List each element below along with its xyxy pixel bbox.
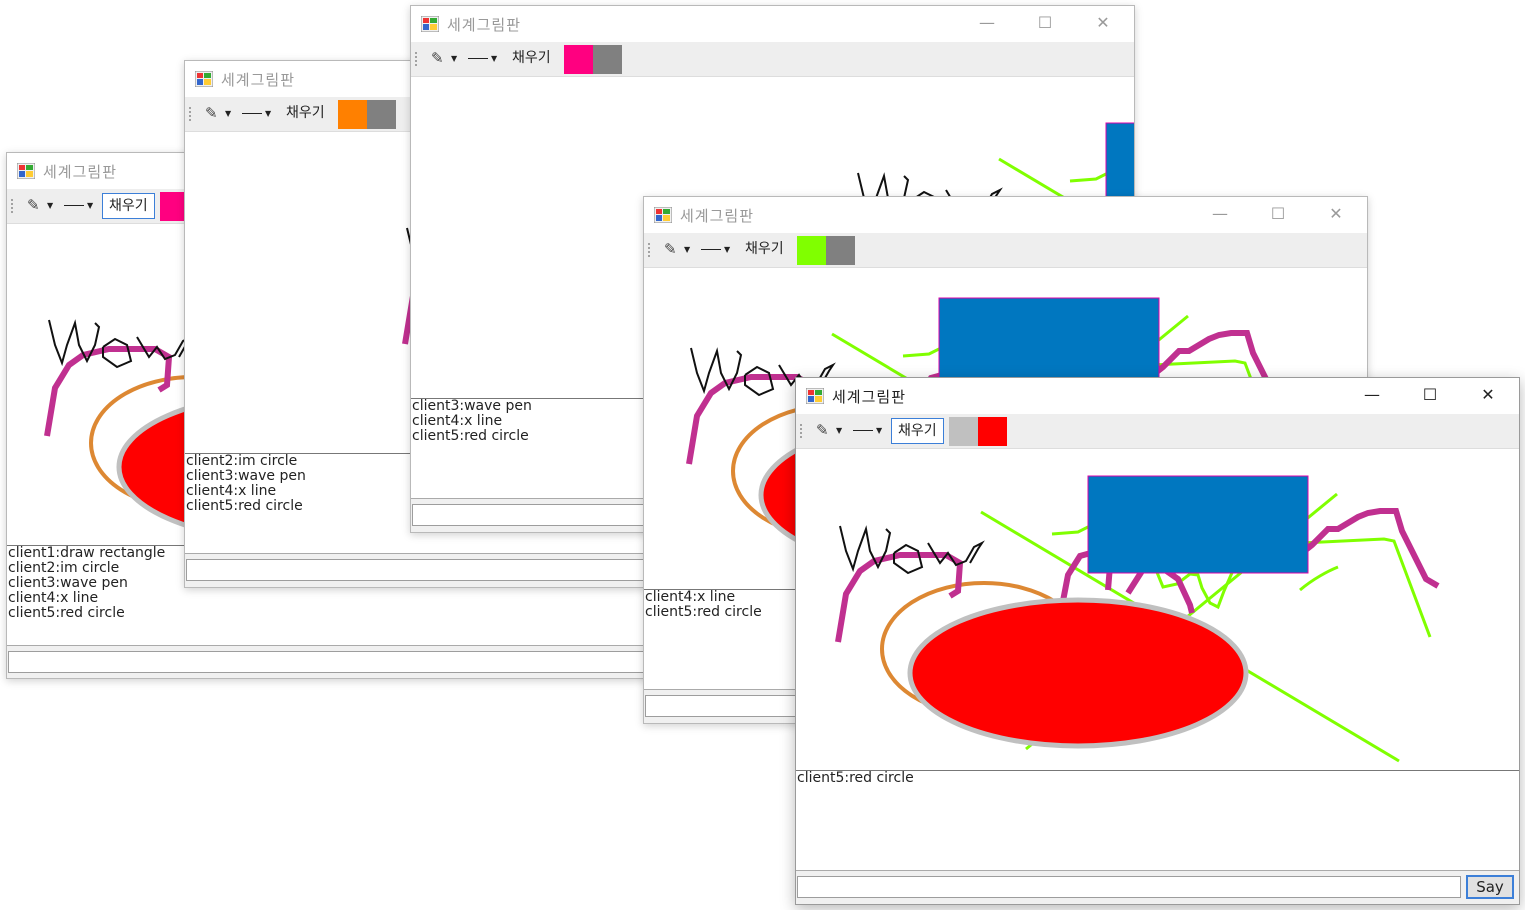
color-swatch-1[interactable] <box>564 45 593 74</box>
window-title: 세계그림판 <box>680 207 755 225</box>
pen-dropdown-arrow[interactable]: ▼ <box>47 201 53 210</box>
line-width-icon[interactable] <box>64 205 84 206</box>
line-width-dropdown-arrow[interactable]: ▼ <box>724 245 730 254</box>
color-swatch-1[interactable] <box>797 236 826 265</box>
minimize-button[interactable]: — <box>964 6 1010 42</box>
pen-icon[interactable]: ✎ <box>816 421 829 439</box>
toolbar: ✎ ▼ ▼ 채우기 <box>644 233 1367 268</box>
color-swatch-2[interactable] <box>978 417 1007 446</box>
toolbar: ✎ ▼ ▼ 채우기 <box>411 42 1134 77</box>
color-swatch-2[interactable] <box>826 236 855 265</box>
app-icon <box>421 16 439 32</box>
window-title: 세계그림판 <box>832 388 907 406</box>
line-width-icon[interactable] <box>242 113 262 114</box>
color-swatch-1[interactable] <box>338 100 367 129</box>
message-input[interactable] <box>186 559 648 581</box>
say-button[interactable]: Say <box>1466 875 1514 899</box>
toolbar: ✎ ▼ ▼ 채우기 <box>796 414 1519 449</box>
close-button[interactable]: ✕ <box>1313 197 1359 233</box>
color-swatch-2[interactable] <box>593 45 622 74</box>
toolbar-grip[interactable] <box>800 423 802 439</box>
maximize-button[interactable]: ☐ <box>1022 6 1068 42</box>
message-input[interactable] <box>8 651 648 673</box>
minimize-button[interactable]: — <box>1197 197 1243 233</box>
line-width-dropdown-arrow[interactable]: ▼ <box>876 426 882 435</box>
title-bar[interactable]: 세계그림판 — ☐ ✕ <box>644 197 1367 233</box>
chat-log: client5:red circle <box>796 770 1519 871</box>
fill-button[interactable]: 채우기 <box>891 418 944 444</box>
pen-icon[interactable]: ✎ <box>27 196 40 214</box>
line-width-dropdown-arrow[interactable]: ▼ <box>265 109 271 118</box>
fill-button[interactable]: 채우기 <box>506 46 557 72</box>
app-icon <box>17 163 35 179</box>
pen-dropdown-arrow[interactable]: ▼ <box>836 426 842 435</box>
fill-button[interactable]: 채우기 <box>280 101 331 127</box>
app-icon <box>806 388 824 404</box>
color-swatch-1[interactable] <box>949 417 978 446</box>
window-title: 세계그림판 <box>43 163 118 181</box>
close-button[interactable]: ✕ <box>1080 6 1126 42</box>
toolbar-grip[interactable] <box>189 106 191 122</box>
drawing-canvas[interactable] <box>796 449 1519 770</box>
log-line: client5:red circle <box>797 770 914 786</box>
toolbar-grip[interactable] <box>11 198 13 214</box>
window-title: 세계그림판 <box>221 71 296 89</box>
line-width-icon[interactable] <box>701 249 721 250</box>
pen-dropdown-arrow[interactable]: ▼ <box>684 245 690 254</box>
line-width-icon[interactable] <box>468 58 488 59</box>
line-width-dropdown-arrow[interactable]: ▼ <box>491 54 497 63</box>
drawing-svg <box>796 449 1520 770</box>
minimize-button[interactable]: — <box>1349 378 1395 414</box>
title-bar[interactable]: 세계그림판 — ☐ ✕ <box>411 6 1134 42</box>
input-bar: Say <box>796 870 1519 904</box>
close-button[interactable]: ✕ <box>1465 378 1511 414</box>
pen-dropdown-arrow[interactable]: ▼ <box>451 54 457 63</box>
title-bar[interactable]: 세계그림판 — ☐ ✕ <box>796 378 1519 414</box>
pen-icon[interactable]: ✎ <box>431 49 444 67</box>
toolbar-grip[interactable] <box>415 51 417 67</box>
message-input[interactable] <box>797 876 1461 898</box>
window-title: 세계그림판 <box>447 16 522 34</box>
pen-dropdown-arrow[interactable]: ▼ <box>225 109 231 118</box>
log-line: client5:red circle <box>8 605 125 621</box>
line-width-dropdown-arrow[interactable]: ▼ <box>87 201 93 210</box>
line-width-icon[interactable] <box>853 430 873 431</box>
app-icon <box>654 207 672 223</box>
maximize-button[interactable]: ☐ <box>1255 197 1301 233</box>
input-bar <box>185 553 653 587</box>
pen-icon[interactable]: ✎ <box>664 240 677 258</box>
color-swatch-2[interactable] <box>367 100 396 129</box>
pen-icon[interactable]: ✎ <box>205 104 218 122</box>
log-line: client4:x line <box>8 590 99 606</box>
maximize-button[interactable]: ☐ <box>1407 378 1453 414</box>
app-icon <box>195 71 213 87</box>
fill-button[interactable]: 채우기 <box>739 237 790 263</box>
fill-button[interactable]: 채우기 <box>102 193 155 219</box>
paint-window-client5: 세계그림판 — ☐ ✕ ✎ ▼ ▼ 채우기 client5:red circle… <box>795 377 1520 905</box>
input-bar <box>7 645 655 678</box>
toolbar-grip[interactable] <box>648 242 650 258</box>
